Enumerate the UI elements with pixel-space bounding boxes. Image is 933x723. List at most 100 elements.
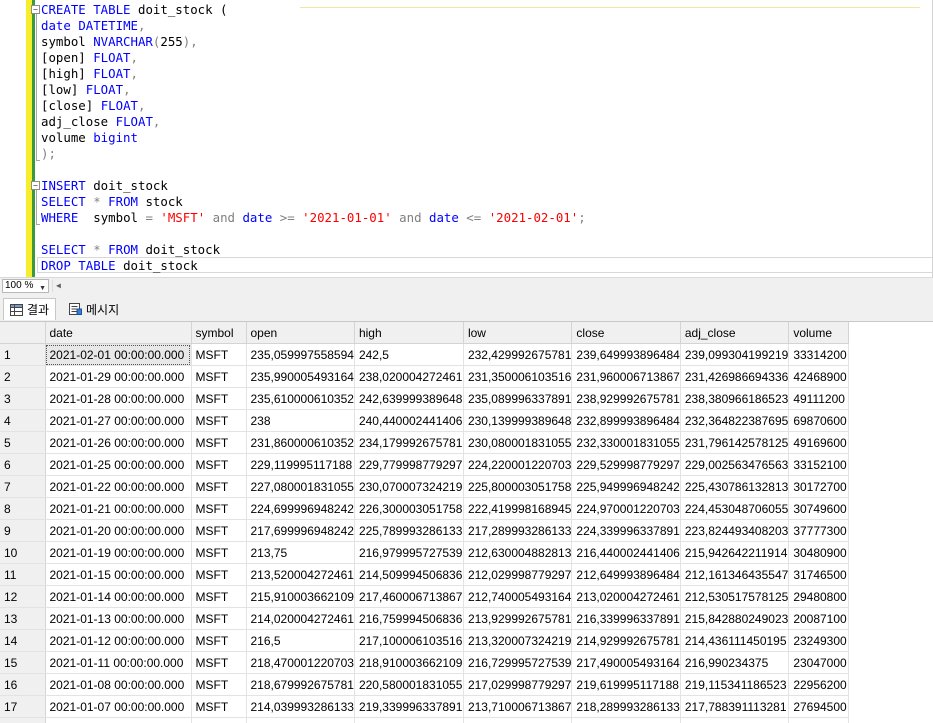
cell-adj-close[interactable]: 225,430786132813	[680, 476, 788, 498]
cell-open[interactable]: 214,039993286133	[246, 696, 354, 718]
collapse-create-icon[interactable]: −	[31, 5, 40, 14]
table-row[interactable]: 82021-01-21 00:00:00.000MSFT224,69999694…	[0, 498, 849, 520]
table-row[interactable]: 62021-01-25 00:00:00.000MSFT229,11999511…	[0, 454, 849, 476]
cell-adj-close[interactable]: 216,990234375	[680, 652, 788, 674]
cell-date[interactable]: 2021-01-08 00:00:00.000	[45, 674, 191, 696]
cell-low[interactable]: 212,740005493164	[463, 586, 571, 608]
cell-symbol[interactable]: MSFT	[191, 366, 246, 388]
cell-date[interactable]: 2021-01-11 00:00:00.000	[45, 652, 191, 674]
cell-symbol[interactable]: MSFT	[191, 696, 246, 718]
cell-close[interactable]: 239,649993896484	[572, 344, 680, 366]
code-line[interactable]: DROP TABLE doit_stock	[41, 258, 198, 274]
row-number[interactable]: 8	[0, 498, 45, 520]
cell-close[interactable]: 213,020004272461	[572, 586, 680, 608]
cell-symbol[interactable]: MSFT	[191, 520, 246, 542]
cell-date[interactable]: 2021-01-21 00:00:00.000	[45, 498, 191, 520]
code-line[interactable]: SELECT * FROM doit_stock	[41, 242, 220, 258]
zoom-dropdown[interactable]: 100 % ▼	[2, 279, 49, 293]
cell-low[interactable]: 224,220001220703	[463, 454, 571, 476]
row-number[interactable]: 12	[0, 586, 45, 608]
code-line[interactable]: [open] FLOAT,	[41, 50, 138, 66]
cell-high[interactable]: 229,779998779297	[354, 454, 463, 476]
column-header-date[interactable]: date	[45, 322, 191, 344]
cell-volume[interactable]: 23047000	[789, 652, 849, 674]
cell-symbol[interactable]: MSFT	[191, 498, 246, 520]
cell-date[interactable]: 2021-01-06 00:00:00.000	[45, 718, 191, 723]
cell-volume[interactable]: 27694500	[789, 696, 849, 718]
cell-high[interactable]: 225,789993286133	[354, 520, 463, 542]
cell-close[interactable]: 219,619995117188	[572, 674, 680, 696]
cell-open[interactable]: 213,75	[246, 542, 354, 564]
row-number[interactable]: 15	[0, 652, 45, 674]
cell-volume[interactable]: 37777300	[789, 520, 849, 542]
cell-symbol[interactable]: MSFT	[191, 586, 246, 608]
row-number[interactable]: 7	[0, 476, 45, 498]
cell-adj-close[interactable]: 212,161346435547	[680, 564, 788, 586]
cell-low[interactable]: 222,419998168945	[463, 498, 571, 520]
cell-symbol[interactable]: MSFT	[191, 388, 246, 410]
tab-results[interactable]: 결과	[3, 298, 56, 320]
cell-low[interactable]: 231,350006103516	[463, 366, 571, 388]
cell-high[interactable]: 216,979995727539	[354, 542, 463, 564]
cell-adj-close[interactable]: 223,824493408203	[680, 520, 788, 542]
row-number[interactable]: 11	[0, 564, 45, 586]
cell-adj-close[interactable]: 231,426986694336	[680, 366, 788, 388]
cell-low[interactable]: 216,729995727539	[463, 652, 571, 674]
cell-high[interactable]: 238,020004272461	[354, 366, 463, 388]
cell-open[interactable]: 215,910003662109	[246, 586, 354, 608]
cell-high[interactable]: 230,070007324219	[354, 476, 463, 498]
cell-open[interactable]: 235,610000610352	[246, 388, 354, 410]
code-line[interactable]: adj_close FLOAT,	[41, 114, 160, 130]
cell-date[interactable]: 2021-01-22 00:00:00.000	[45, 476, 191, 498]
cell-close[interactable]: 231,960006713867	[572, 366, 680, 388]
table-row[interactable]: 152021-01-11 00:00:00.000MSFT218,4700012…	[0, 652, 849, 674]
cell-open[interactable]: 212,169998168945	[246, 718, 354, 723]
row-number[interactable]: 18	[0, 718, 45, 723]
cell-volume[interactable]: 30172700	[789, 476, 849, 498]
cell-symbol[interactable]: MSFT	[191, 718, 246, 723]
cell-volume[interactable]: 33314200	[789, 344, 849, 366]
column-header-close[interactable]: close	[572, 322, 680, 344]
cell-volume[interactable]: 33152100	[789, 454, 849, 476]
row-number[interactable]: 4	[0, 410, 45, 432]
cell-adj-close[interactable]: 231,796142578125	[680, 432, 788, 454]
results-grid[interactable]: datesymbolopenhighlowcloseadj_closevolum…	[0, 321, 933, 723]
table-row[interactable]: 102021-01-19 00:00:00.000MSFT213,75216,9…	[0, 542, 849, 564]
table-row[interactable]: 172021-01-07 00:00:00.000MSFT214,0399932…	[0, 696, 849, 718]
cell-date[interactable]: 2021-01-19 00:00:00.000	[45, 542, 191, 564]
cell-volume[interactable]: 31746500	[789, 564, 849, 586]
cell-high[interactable]: 217,460006713867	[354, 586, 463, 608]
cell-high[interactable]: 214,509994506836	[354, 564, 463, 586]
cell-symbol[interactable]: MSFT	[191, 344, 246, 366]
table-row[interactable]: 162021-01-08 00:00:00.000MSFT218,6799926…	[0, 674, 849, 696]
cell-high[interactable]: 216,759994506836	[354, 608, 463, 630]
cell-date[interactable]: 2021-01-14 00:00:00.000	[45, 586, 191, 608]
cell-low[interactable]: 212,029998779297	[463, 564, 571, 586]
scroll-left-icon[interactable]: ◀	[56, 280, 61, 292]
cell-open[interactable]: 214,020004272461	[246, 608, 354, 630]
cell-close[interactable]: 238,929992675781	[572, 388, 680, 410]
column-header-high[interactable]: high	[354, 322, 463, 344]
cell-adj-close[interactable]: 238,380966186523	[680, 388, 788, 410]
cell-symbol[interactable]: MSFT	[191, 476, 246, 498]
cell-low[interactable]: 235,089996337891	[463, 388, 571, 410]
cell-adj-close[interactable]: 212,530517578125	[680, 586, 788, 608]
cell-adj-close[interactable]: 211,762268066406	[680, 718, 788, 723]
cell-low[interactable]: 230,080001831055	[463, 432, 571, 454]
cell-low[interactable]: 212,630004882813	[463, 542, 571, 564]
cell-open[interactable]: 231,860000610352	[246, 432, 354, 454]
cell-close[interactable]: 224,970001220703	[572, 498, 680, 520]
row-number[interactable]: 16	[0, 674, 45, 696]
cell-adj-close[interactable]: 229,002563476563	[680, 454, 788, 476]
cell-symbol[interactable]: MSFT	[191, 608, 246, 630]
cell-close[interactable]: 229,529998779297	[572, 454, 680, 476]
row-number[interactable]: 6	[0, 454, 45, 476]
row-number[interactable]: 1	[0, 344, 45, 366]
column-header-symbol[interactable]: symbol	[191, 322, 246, 344]
row-number[interactable]: 10	[0, 542, 45, 564]
cell-low[interactable]: 213,320007324219	[463, 630, 571, 652]
cell-date[interactable]: 2021-01-15 00:00:00.000	[45, 564, 191, 586]
cell-low[interactable]: 217,289993286133	[463, 520, 571, 542]
cell-adj-close[interactable]: 232,364822387695	[680, 410, 788, 432]
row-number[interactable]: 14	[0, 630, 45, 652]
